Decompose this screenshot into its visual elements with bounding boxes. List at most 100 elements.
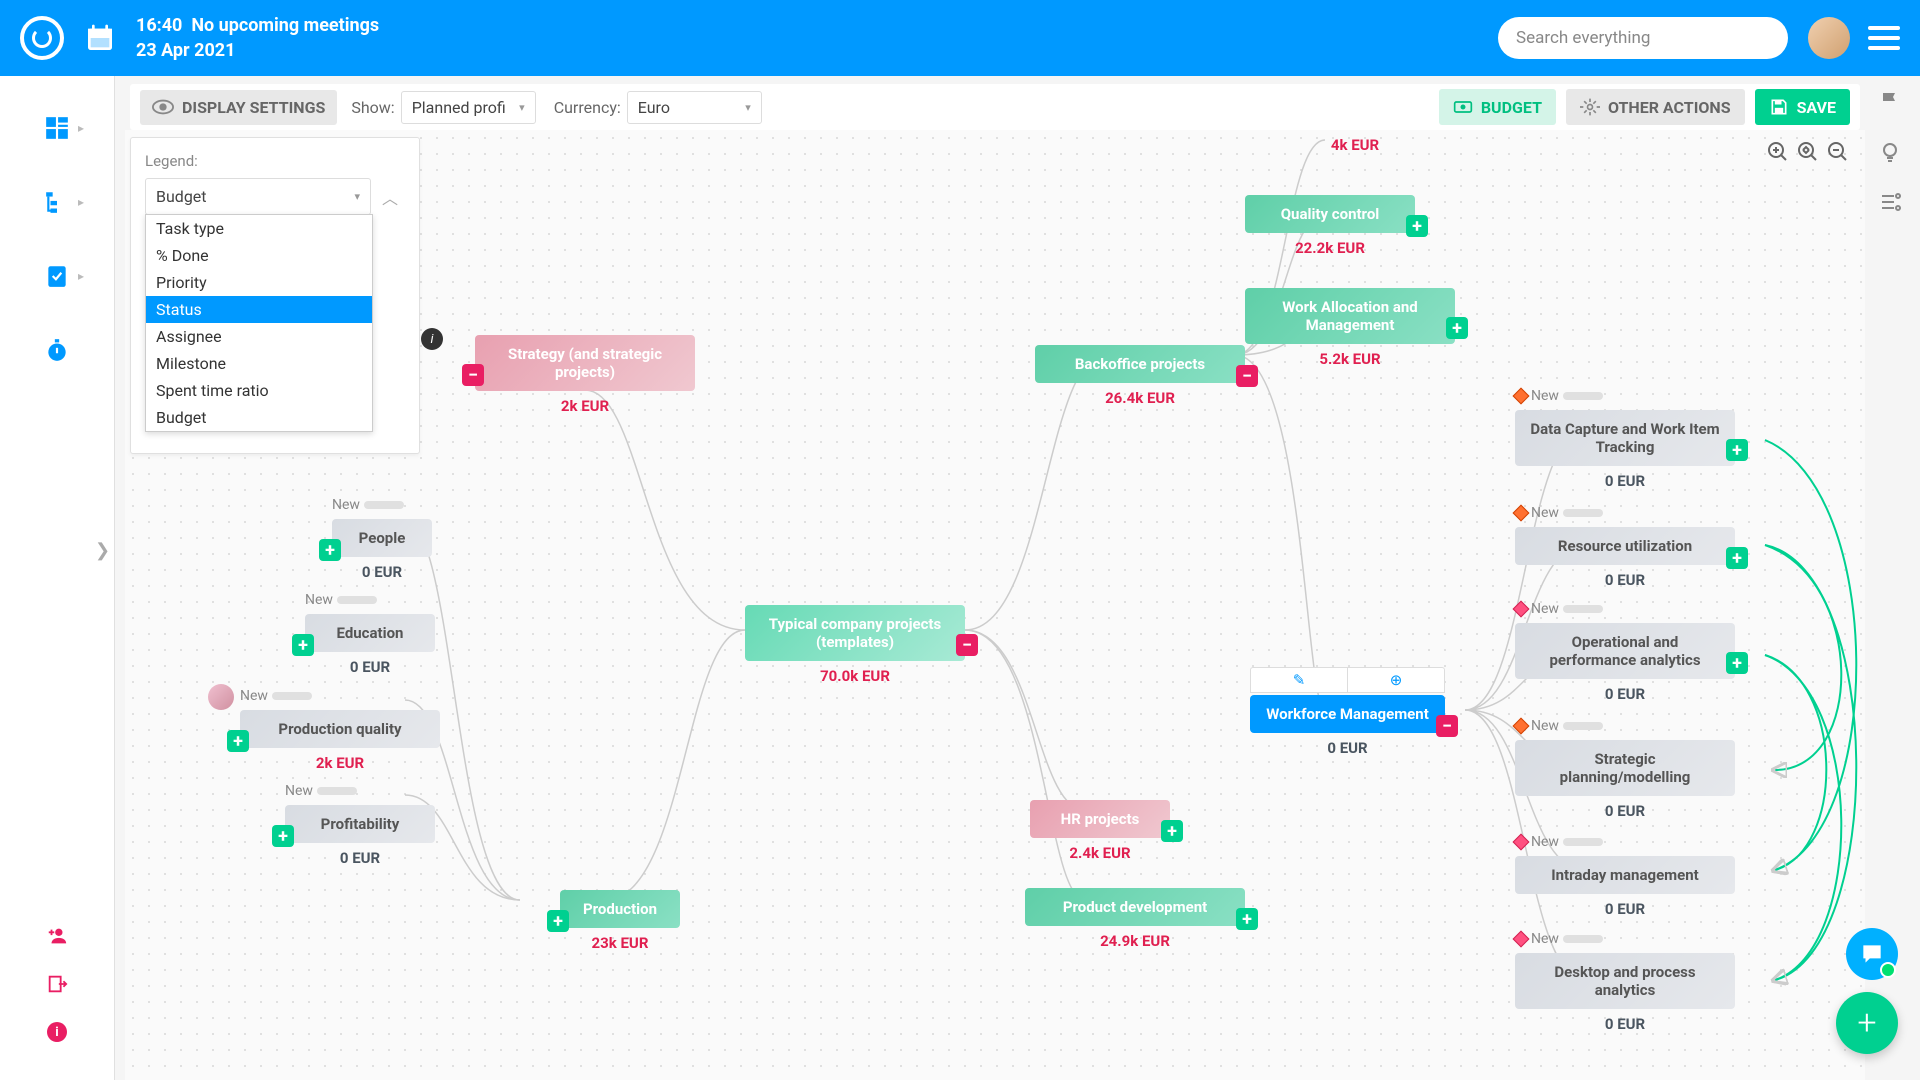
right-icon-rail bbox=[1870, 90, 1910, 214]
legend-option[interactable]: Assignee bbox=[146, 323, 372, 350]
legend-collapse-icon[interactable]: ︿ bbox=[375, 182, 405, 212]
node-intraday-management[interactable]: New Intraday management 0 EUR bbox=[1515, 856, 1735, 918]
grid-icon bbox=[44, 115, 70, 141]
sidebar-expand-icon[interactable]: ❯ bbox=[95, 540, 110, 561]
gear-icon bbox=[1580, 97, 1600, 117]
currency-select[interactable]: Euro▾ bbox=[627, 91, 762, 124]
sidebar-add-user[interactable] bbox=[22, 916, 92, 956]
node-center[interactable]: Typical company projects (templates) − 7… bbox=[745, 605, 965, 685]
expand-icon[interactable]: + bbox=[547, 910, 569, 932]
expand-icon[interactable]: + bbox=[1406, 215, 1428, 237]
node-resource-utilization[interactable]: New Resource utilization + 0 EUR bbox=[1515, 527, 1735, 589]
status-new: New bbox=[1515, 931, 1603, 947]
node-production[interactable]: Production + 23k EUR bbox=[560, 890, 680, 952]
hamburger-menu-icon[interactable] bbox=[1868, 26, 1900, 50]
status-new: New bbox=[1515, 505, 1603, 521]
legend-select[interactable]: Budget▾ bbox=[145, 178, 371, 215]
node-operational-analytics[interactable]: New Operational and performance analytic… bbox=[1515, 623, 1735, 703]
search-input[interactable]: Search everything bbox=[1498, 17, 1788, 59]
node-quality-control[interactable]: Quality control + 22.2k EUR bbox=[1245, 195, 1415, 257]
zoom-fit-icon[interactable] bbox=[1796, 140, 1820, 164]
expand-icon[interactable]: + bbox=[1236, 908, 1258, 930]
status-new: New bbox=[1515, 834, 1603, 850]
expand-icon[interactable]: + bbox=[1446, 317, 1468, 339]
node-work-allocation[interactable]: Work Allocation and Management + 5.2k EU… bbox=[1245, 288, 1455, 368]
legend-option[interactable]: Priority bbox=[146, 269, 372, 296]
chat-icon bbox=[1859, 941, 1885, 967]
node-strategic-planning[interactable]: New Strategic planning/modelling 0 EUR bbox=[1515, 740, 1735, 820]
add-child-icon[interactable]: ⊕ bbox=[1348, 668, 1444, 692]
node-action-bar: ✎ ⊕ bbox=[1250, 667, 1445, 693]
node-partial-top[interactable]: 4k EUR bbox=[1245, 130, 1465, 154]
info-icon[interactable]: i bbox=[421, 328, 443, 350]
legend-dropdown: Task type% DonePriorityStatusAssigneeMil… bbox=[145, 214, 373, 432]
legend-title: Legend: bbox=[145, 152, 405, 170]
node-data-capture[interactable]: New Data Capture and Work Item Tracking … bbox=[1515, 410, 1735, 490]
sidebar-hierarchy[interactable]: ▸ bbox=[22, 180, 92, 224]
legend-option[interactable]: Budget bbox=[146, 404, 372, 431]
chat-fab[interactable] bbox=[1846, 928, 1898, 980]
legend-option[interactable]: Status bbox=[146, 296, 372, 323]
collapse-icon[interactable]: − bbox=[462, 364, 484, 386]
legend-panel: Legend: Budget▾ ︿ Task type% DonePriorit… bbox=[130, 137, 420, 454]
node-profitability[interactable]: New Profitability + 0 EUR bbox=[285, 805, 435, 867]
node-product-dev[interactable]: Product development + 24.9k EUR bbox=[1025, 888, 1245, 950]
expand-icon[interactable]: + bbox=[292, 634, 314, 656]
collapse-icon[interactable]: − bbox=[1236, 365, 1258, 387]
toolbar: DISPLAY SETTINGS Show: Planned profi▾ Cu… bbox=[130, 84, 1860, 130]
money-icon bbox=[1453, 97, 1473, 117]
edit-node-icon[interactable]: ✎ bbox=[1251, 668, 1348, 692]
collapse-icon[interactable]: − bbox=[1436, 715, 1458, 737]
sidebar-info[interactable]: i bbox=[22, 1012, 92, 1052]
status-new: New bbox=[332, 497, 404, 513]
budget-button[interactable]: BUDGET bbox=[1439, 89, 1556, 125]
calendar-icon[interactable] bbox=[84, 22, 116, 54]
expand-icon[interactable]: + bbox=[1726, 547, 1748, 569]
expand-icon[interactable]: + bbox=[272, 825, 294, 847]
node-people[interactable]: New People + 0 EUR bbox=[332, 519, 432, 581]
expand-icon[interactable]: + bbox=[1726, 439, 1748, 461]
zoom-controls bbox=[1766, 140, 1850, 164]
sidebar-logout[interactable] bbox=[22, 964, 92, 1004]
node-strategy[interactable]: Strategy (and strategic projects) − 2k E… bbox=[475, 335, 695, 415]
node-workforce-management[interactable]: ✎ ⊕ Workforce Management − 0 EUR bbox=[1250, 695, 1445, 757]
zoom-out-icon[interactable] bbox=[1826, 140, 1850, 164]
status-new: New bbox=[240, 688, 312, 704]
top-header: 16:40 No upcoming meetings 23 Apr 2021 S… bbox=[0, 0, 1920, 76]
expand-icon[interactable]: + bbox=[1726, 652, 1748, 674]
save-button[interactable]: SAVE bbox=[1755, 89, 1850, 125]
sidebar-timer[interactable] bbox=[22, 328, 92, 372]
person-add-icon bbox=[46, 925, 68, 947]
node-education[interactable]: New Education + 0 EUR bbox=[305, 614, 435, 676]
legend-option[interactable]: Task type bbox=[146, 215, 372, 242]
node-backoffice[interactable]: Backoffice projects − 26.4k EUR bbox=[1035, 345, 1245, 407]
zoom-in-icon[interactable] bbox=[1766, 140, 1790, 164]
expand-icon[interactable]: + bbox=[227, 730, 249, 752]
flag-icon[interactable] bbox=[1878, 90, 1902, 114]
status-new: New bbox=[285, 783, 357, 799]
display-settings-button[interactable]: DISPLAY SETTINGS bbox=[140, 90, 337, 125]
sidebar-dashboard[interactable]: ▸ bbox=[22, 106, 92, 150]
legend-option[interactable]: Milestone bbox=[146, 350, 372, 377]
show-select[interactable]: Planned profi▾ bbox=[401, 91, 536, 124]
collapse-icon[interactable]: − bbox=[956, 634, 978, 656]
sidebar-tasks[interactable]: ▸ bbox=[22, 254, 92, 298]
other-actions-button[interactable]: OTHER ACTIONS bbox=[1566, 89, 1745, 125]
logout-icon bbox=[46, 973, 68, 995]
app-logo[interactable] bbox=[20, 16, 64, 60]
user-avatar[interactable] bbox=[1808, 17, 1850, 59]
lightbulb-icon[interactable] bbox=[1878, 140, 1902, 164]
add-fab[interactable]: + bbox=[1836, 992, 1898, 1054]
legend-option[interactable]: Spent time ratio bbox=[146, 377, 372, 404]
node-desktop-analytics[interactable]: New Desktop and process analytics 0 EUR bbox=[1515, 953, 1735, 1033]
status-new: New bbox=[1515, 388, 1603, 404]
legend-option[interactable]: % Done bbox=[146, 242, 372, 269]
expand-icon[interactable]: + bbox=[319, 539, 341, 561]
save-icon bbox=[1769, 97, 1789, 117]
expand-icon[interactable]: + bbox=[1161, 820, 1183, 842]
list-settings-icon[interactable] bbox=[1878, 190, 1902, 214]
header-time: 16:40 bbox=[136, 15, 182, 36]
node-hr[interactable]: HR projects + 2.4k EUR bbox=[1030, 800, 1170, 862]
node-production-quality[interactable]: New Production quality + 2k EUR bbox=[240, 710, 440, 772]
header-date: 23 Apr 2021 bbox=[136, 38, 379, 63]
